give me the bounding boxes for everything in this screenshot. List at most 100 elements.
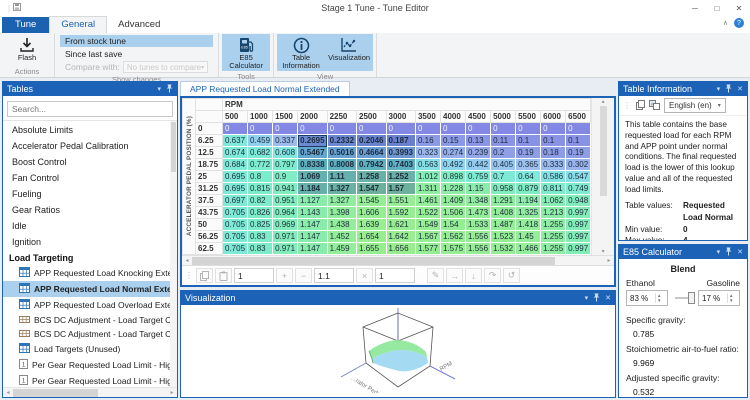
grid-cell[interactable]: 0.1 — [516, 135, 541, 147]
blend-slider[interactable] — [673, 290, 693, 306]
grid-cell[interactable]: 1.654 — [357, 231, 386, 243]
grid-cell[interactable]: 1.409 — [441, 195, 466, 207]
close-panel-icon[interactable]: ✕ — [737, 86, 743, 93]
grid-cell[interactable]: 0.749 — [566, 183, 591, 195]
grid-cell[interactable]: 0.898 — [441, 171, 466, 183]
grid-cell[interactable]: 1.194 — [516, 195, 541, 207]
grid-cell[interactable]: 0.997 — [566, 231, 591, 243]
column-header[interactable]: 1000 — [248, 111, 273, 123]
grid-cell[interactable]: 0.5016 — [327, 147, 356, 159]
grid-cell[interactable]: 1.11 — [327, 171, 356, 183]
row-header[interactable]: 25 — [196, 171, 223, 183]
grid-cell[interactable]: 0.4664 — [357, 147, 386, 159]
grid-cell[interactable]: 1.567 — [415, 231, 440, 243]
grid-cell[interactable]: 1.012 — [415, 171, 440, 183]
grid-cell[interactable]: 0.811 — [541, 183, 566, 195]
grid-cell[interactable]: 1.255 — [541, 231, 566, 243]
grid-cell[interactable]: 0.8008 — [327, 159, 356, 171]
grid-cell[interactable]: 1.438 — [327, 219, 356, 231]
pin-icon[interactable] — [166, 84, 173, 95]
grid-cell[interactable]: 1.556 — [466, 243, 491, 255]
grid-cell[interactable]: 0.302 — [566, 159, 591, 171]
tables-horizontal-scrollbar[interactable]: ◂ ▸ — [3, 387, 177, 397]
grid-cell[interactable]: 0.239 — [466, 147, 491, 159]
gasoline-spinner[interactable]: ▲▼ — [698, 290, 740, 306]
grid-cell[interactable]: 1.506 — [441, 207, 466, 219]
tables-list-item[interactable]: 1Per Gear Requested Load Limit - High BA — [3, 357, 177, 373]
grid-cell[interactable]: 0.997 — [566, 207, 591, 219]
surface-plot[interactable]: ...rator Pedal Position RPM — [181, 305, 615, 397]
grid-cell[interactable]: 0.405 — [491, 159, 516, 171]
tables-group-header[interactable]: Load Targeting — [3, 250, 177, 265]
scroll-left-icon[interactable]: ◂ — [182, 257, 192, 264]
grid-cell[interactable]: 1.459 — [327, 243, 356, 255]
scroll-up-icon[interactable]: ▴ — [602, 98, 605, 105]
grid-cell[interactable]: 0.682 — [248, 147, 273, 159]
grid-cell[interactable]: 0.13 — [466, 135, 491, 147]
grid-cell[interactable]: 0 — [491, 123, 516, 135]
grid-cell[interactable]: 1.575 — [441, 243, 466, 255]
grid-cell[interactable]: 1.311 — [415, 183, 440, 195]
grid-cell[interactable]: 1.147 — [298, 219, 327, 231]
row-header[interactable]: 0 — [196, 123, 223, 135]
help-icon[interactable]: ? — [734, 18, 744, 28]
grid-cell[interactable]: 1.45 — [516, 231, 541, 243]
column-header[interactable]: 3500 — [415, 111, 440, 123]
grid-cell[interactable]: 1.327 — [327, 183, 356, 195]
grid-cell[interactable]: 0.547 — [566, 171, 591, 183]
grid-cell[interactable]: 0.82 — [248, 195, 273, 207]
grid-cell[interactable]: 1.592 — [386, 207, 415, 219]
grid-cell[interactable]: 0.7403 — [386, 159, 415, 171]
grid-cell[interactable]: 1.327 — [327, 195, 356, 207]
grid-cell[interactable]: 0.16 — [415, 135, 440, 147]
from-stock-tune-option[interactable]: From stock tune — [60, 35, 213, 47]
grid-cell[interactable]: 1.069 — [298, 171, 327, 183]
edit-pencil-icon[interactable]: ✎ — [427, 268, 444, 283]
grid-cell[interactable]: 0.333 — [541, 159, 566, 171]
grid-cell[interactable]: 0.19 — [566, 147, 591, 159]
document-tab[interactable]: APP Requested Load Normal Extended — [180, 81, 350, 96]
tables-list-item[interactable]: APP Requested Load Knocking Extended — [3, 265, 177, 281]
column-header[interactable]: 2250 — [327, 111, 356, 123]
visualization-button[interactable]: Visualization — [325, 34, 373, 71]
search-input[interactable] — [7, 101, 173, 117]
grid-cell[interactable]: 1.656 — [386, 243, 415, 255]
grid-cell[interactable]: 1.452 — [327, 231, 356, 243]
grid-cell[interactable]: 0 — [357, 123, 386, 135]
ribbon-tab-advanced[interactable]: Advanced — [107, 17, 171, 33]
tables-list-item[interactable]: Ignition — [3, 234, 177, 250]
column-header[interactable]: 6500 — [566, 111, 591, 123]
scroll-right-icon[interactable]: ▸ — [604, 257, 614, 264]
grid-cell[interactable]: 0.9 — [273, 171, 298, 183]
translate-icon[interactable]: A — [649, 97, 660, 115]
grid-cell[interactable]: 0.964 — [273, 207, 298, 219]
grid-cell[interactable]: 1.255 — [541, 243, 566, 255]
ribbon-tab-general[interactable]: General — [49, 16, 107, 33]
grid-cell[interactable]: 1.398 — [327, 207, 356, 219]
tables-list-item[interactable]: Fueling — [3, 186, 177, 202]
tables-list-item[interactable]: APP Requested Load Overload Extended — [3, 297, 177, 313]
flash-button[interactable]: Flash — [3, 34, 51, 66]
grid-cell[interactable]: 0.459 — [248, 135, 273, 147]
grid-cell[interactable]: 0.1 — [566, 135, 591, 147]
grid-cell[interactable]: 1.545 — [357, 195, 386, 207]
column-header[interactable]: 2000 — [298, 111, 327, 123]
grid-cell[interactable]: 0 — [516, 123, 541, 135]
pin-icon[interactable] — [593, 293, 600, 304]
grid-cell[interactable]: 1.15 — [466, 183, 491, 195]
grid-cell[interactable]: 1.57 — [386, 183, 415, 195]
grid-cell[interactable]: 0.337 — [273, 135, 298, 147]
grid-cell[interactable]: 0.1 — [541, 135, 566, 147]
row-header[interactable]: 43.75 — [196, 207, 223, 219]
ethanol-value-input[interactable] — [627, 294, 655, 303]
grid-cell[interactable]: 0 — [248, 123, 273, 135]
grid-cell[interactable]: 0.2332 — [327, 135, 356, 147]
grid-cell[interactable]: 0.365 — [516, 159, 541, 171]
grid-cell[interactable]: 0.492 — [441, 159, 466, 171]
grid-cell[interactable]: 0.442 — [466, 159, 491, 171]
grid-cell[interactable]: 0.3993 — [386, 147, 415, 159]
tables-list-item[interactable]: Boost Control — [3, 154, 177, 170]
grid-cell[interactable]: 0.941 — [273, 183, 298, 195]
grid-cell[interactable]: 0.19 — [516, 147, 541, 159]
compare-with-dropdown[interactable]: No tunes to compare ▾ — [123, 61, 208, 73]
